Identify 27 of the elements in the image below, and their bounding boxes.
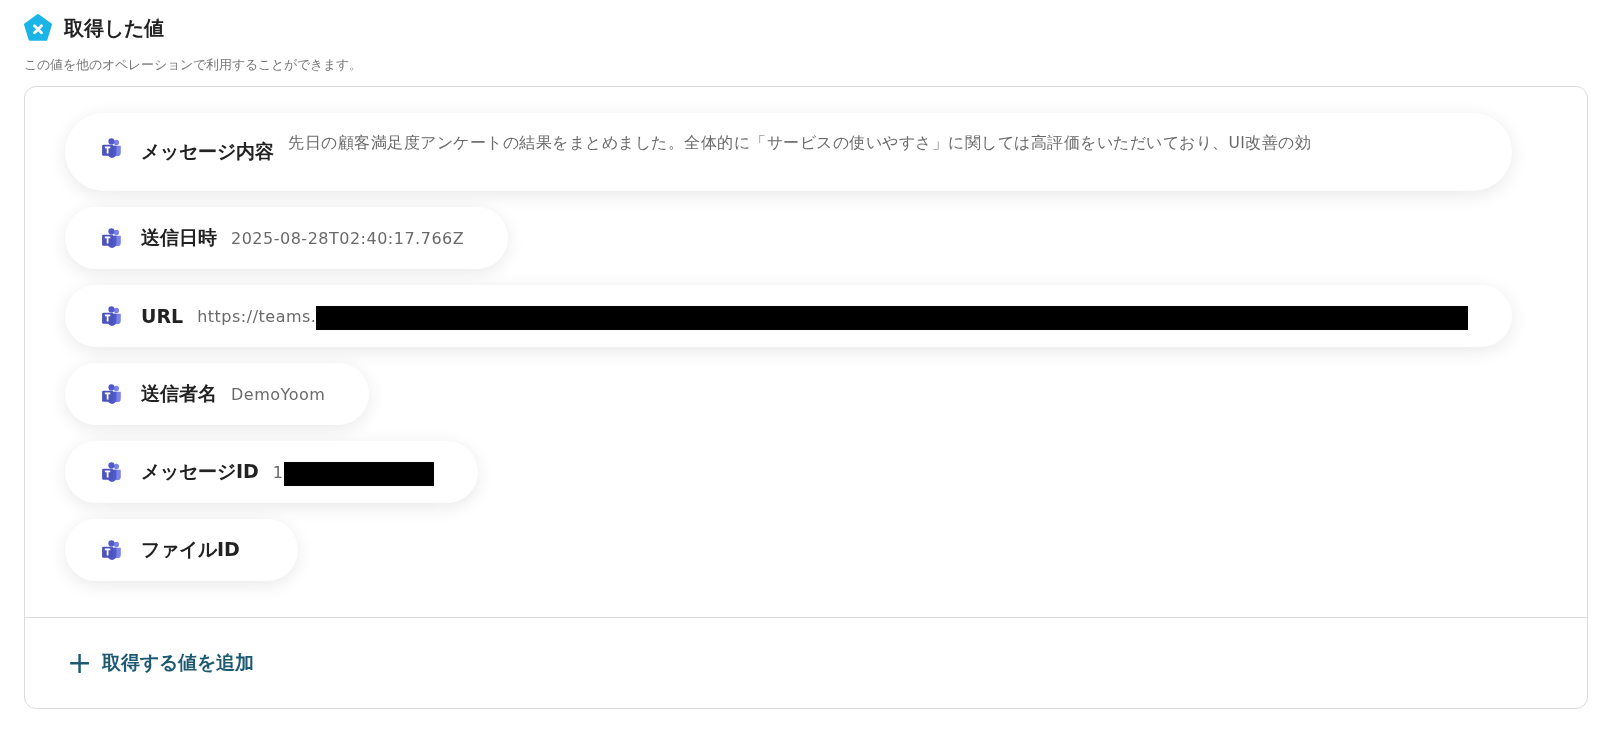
value-text: 2025-08-28T02:40:17.766Z — [231, 228, 465, 248]
value-chip[interactable]: URL https://teams. — [65, 285, 1512, 347]
value-chip[interactable]: メッセージID 1 — [65, 441, 478, 503]
value-chip[interactable]: 送信者名 DemoYoom — [65, 363, 370, 425]
teams-icon — [101, 305, 123, 327]
value-text: https://teams. — [197, 306, 317, 326]
value-label: メッセージID — [141, 459, 259, 484]
value-label: URL — [141, 305, 184, 327]
value-chip[interactable]: ファイルID — [65, 519, 298, 581]
value-text: 1 — [272, 462, 284, 482]
logo-icon — [24, 14, 52, 42]
value-label: メッセージ内容 — [141, 139, 274, 164]
value-label: ファイルID — [141, 537, 240, 562]
value-label: 送信者名 — [141, 381, 217, 406]
value-chip[interactable]: メッセージ内容 先日の顧客満足度アンケートの結果をまとめました。全体的に「サービスの使いやすさ」に関しては高評価をいただいており、UI改善の効 — [65, 113, 1512, 191]
teams-icon — [101, 461, 123, 483]
value-chip[interactable]: 送信日時 2025-08-28T02:40:17.766Z — [65, 207, 509, 269]
teams-icon — [101, 539, 123, 561]
section-description: この値を他のオペレーションで利用することができます。 — [24, 56, 363, 74]
teams-icon — [101, 383, 123, 405]
teams-icon — [101, 227, 123, 249]
value-text: DemoYoom — [231, 384, 326, 404]
teams-icon — [101, 137, 123, 159]
value-text: 先日の顧客満足度アンケートの結果をまとめました。全体的に「サービスの使いやすさ」に関しては高評価をいただいており、UI改善の効 — [288, 133, 1312, 154]
add-value-button[interactable]: + 取得する値を追加 — [67, 648, 255, 678]
section-title: 取得した値 — [64, 14, 164, 42]
value-label: 送信日時 — [141, 225, 217, 250]
